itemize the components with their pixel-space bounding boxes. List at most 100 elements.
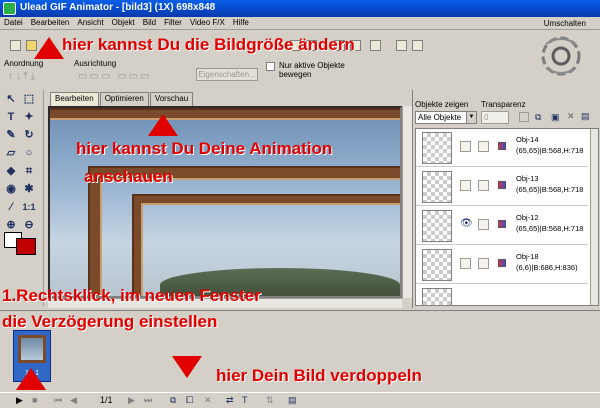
zoom-in-icon[interactable]: ⊕ [4,218,18,232]
list-item[interactable]: Obj-13 (65,65)|B:568,H:718 [416,168,588,206]
annotation-arrow-preview [148,114,178,136]
annotation-arrow-delay [16,368,46,390]
tab-bearbeiten[interactable]: Bearbeiten [50,92,99,106]
object-name: Obj-13 [516,174,539,183]
transform-icon[interactable]: ✦ [22,110,36,124]
duplicate-object-icon[interactable]: ▣ [551,112,560,123]
crop-icon[interactable]: ⌗ [22,164,36,178]
eraser-icon[interactable]: ▱ [4,146,18,160]
list-item[interactable]: Obj-18 (6,6)|B:686,H:836) [416,246,588,284]
list-item[interactable] [416,285,588,305]
toolbar-button-g[interactable] [412,40,423,51]
transparency-input[interactable]: 0 [481,111,509,124]
object-color-icon [498,142,506,150]
object-properties-icon[interactable]: ▤ [581,111,590,122]
first-frame-icon[interactable]: ⏮ [54,395,62,406]
list-item[interactable]: 👁 Obj-12 (65,65)|B:568,H:718 [416,207,588,245]
objects-filter-select[interactable]: Alle Objekte ▼ [415,111,477,124]
annotation-delay-line2: die Verzögerung einstellen [2,312,218,331]
lasso-icon[interactable]: ↻ [22,128,36,142]
new-object-icon[interactable]: ⧉ [535,112,541,123]
menu-bild[interactable]: Bild [139,17,160,27]
menu-umschalten[interactable]: Umschalten [540,18,590,28]
lock-checkbox[interactable] [478,219,489,230]
frame-properties-icon[interactable]: ▤ [288,395,297,406]
play-icon[interactable]: ▶ [16,395,23,406]
object-name: Obj-12 [516,213,539,222]
menu-filter[interactable]: Filter [160,17,186,27]
zoom-out-icon[interactable]: ⊖ [22,218,36,232]
text-banner-icon[interactable]: T [242,395,248,405]
reverse-icon[interactable]: ⇅ [266,395,274,406]
menu-datei[interactable]: Datei [0,17,27,27]
canvas-image [50,108,400,296]
arrange-toolbar: Anordnung Ausrichtung ↑ ↓ ⤒ ⤓ ▭▭▭ ▭▭▭ Ei… [0,55,520,85]
clone-icon[interactable]: ◉ [4,182,18,196]
prev-frame-icon[interactable]: ◀ [70,395,77,406]
tab-optimieren[interactable]: Optimieren [99,92,149,106]
annotation-arrow-duplicate [172,356,202,378]
delete-object-icon[interactable]: ✕ [567,111,575,122]
canvas-vertical-scrollbar[interactable] [402,106,412,298]
object-thumbnail [422,249,452,281]
annotation-size: hier kannst Du die Bildgröße ändern [62,35,355,54]
menu-ansicht[interactable]: Ansicht [73,17,107,27]
new-icon[interactable] [10,40,21,51]
arrange-arrows-icon[interactable]: ↑ ↓ ⤒ ⤓ [8,71,35,82]
tab-vorschau[interactable]: Vorschau [149,92,194,106]
ausrichtung-label: Ausrichtung [74,59,117,68]
app-icon [3,2,16,15]
menu-objekt[interactable]: Objekt [108,17,139,27]
tween-icon[interactable]: ⇄ [226,395,234,406]
anordnung-label: Anordnung [4,59,44,68]
select-arrow-icon[interactable]: ↖ [4,92,18,106]
object-thumbnail [422,132,452,164]
lock-checkbox[interactable] [478,141,489,152]
ellipse-icon[interactable]: ○ [22,146,36,160]
annotation-duplicate: hier Dein Bild verdoppeln [216,366,422,385]
only-active-checkbox[interactable] [266,62,275,71]
image-canvas[interactable] [48,106,402,298]
object-name: Obj-18 [516,252,539,261]
title-bar: Ulead GIF Animator - [bild3] (1X) 698x84… [0,0,600,17]
actual-size-icon[interactable]: 1:1 [22,200,36,214]
sponge-icon[interactable]: ✱ [22,182,36,196]
align-icons[interactable]: ▭▭▭ ▭▭▭ [78,71,151,82]
toolbar-button-f[interactable] [396,40,407,51]
stop-icon[interactable]: ■ [32,395,37,405]
menu-bearbeiten[interactable]: Bearbeiten [27,17,74,27]
eye-icon[interactable]: 👁 [460,218,473,229]
frame-counter: 1/1 [100,395,113,405]
last-frame-icon[interactable]: ⏭ [144,395,152,406]
next-frame-icon[interactable]: ▶ [128,395,135,406]
delete-frame-icon[interactable]: ✕ [204,395,212,406]
object-thumbnail [422,288,452,305]
objects-filter-value: Alle Objekte [418,113,462,122]
visibility-checkbox[interactable] [460,141,471,152]
brush-icon[interactable]: ✎ [4,128,18,142]
menu-hilfe[interactable]: Hilfe [229,17,253,27]
objects-scrollbar[interactable] [590,129,598,305]
duplicate-frame-icon[interactable]: ⧠ [186,395,193,406]
add-frame-icon[interactable]: ⧉ [170,395,176,406]
marquee-icon[interactable]: ⬚ [22,92,36,106]
object-color-icon [498,259,506,267]
lock-checkbox[interactable] [478,180,489,191]
list-item[interactable]: Obj-14 (65,65)|B:568,H:718 [416,129,588,167]
fill-icon[interactable]: ◆ [4,164,18,178]
menu-video-fx[interactable]: Video F/X [186,17,229,27]
object-color-icon [498,181,506,189]
transparency-slider-icon[interactable] [519,112,529,122]
background-color-swatch[interactable] [16,238,36,255]
objects-list[interactable]: Obj-14 (65,65)|B:568,H:718 Obj-13 (65,65… [415,128,599,306]
lock-checkbox[interactable] [478,258,489,269]
eigenschaften-button[interactable]: Eigenschaften... [196,68,258,81]
eyedropper-icon[interactable]: ⁄ [4,200,18,214]
chevron-down-icon[interactable]: ▼ [466,112,476,123]
text-tool-icon[interactable]: T [4,110,18,124]
visibility-checkbox[interactable] [460,180,471,191]
object-dims: (65,65)|B:568,H:718 [516,185,584,194]
visibility-checkbox[interactable] [460,258,471,269]
toolbar-button-e[interactable] [370,40,381,51]
annotation-delay-line1: 1.Rechtsklick, im neuen Fenster [2,286,261,305]
